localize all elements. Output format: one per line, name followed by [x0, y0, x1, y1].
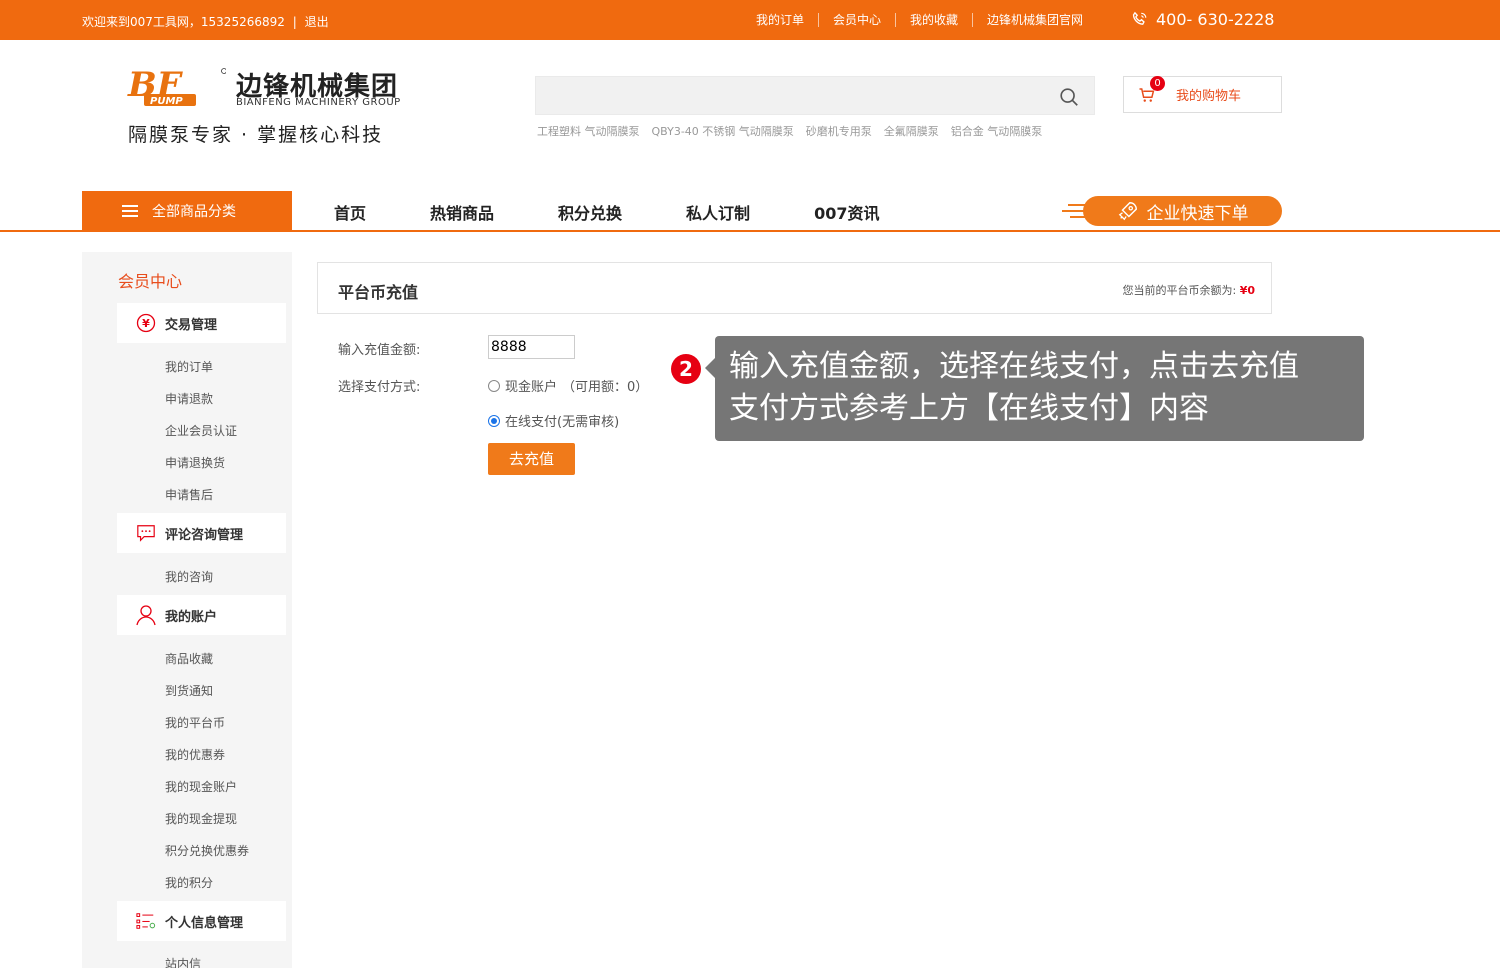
- page-title: 平台币充值: [338, 283, 419, 302]
- amount-input[interactable]: [488, 335, 575, 359]
- sidebar-group-comments[interactable]: 评论咨询管理: [117, 513, 286, 553]
- cart-button[interactable]: 0 我的购物车: [1123, 75, 1282, 113]
- hot-word[interactable]: 砂磨机专用泵: [806, 123, 872, 139]
- phone-icon: [1132, 11, 1147, 25]
- user-icon: [136, 605, 156, 626]
- sidebar-item-return-exchange[interactable]: 申请退换货: [165, 454, 225, 471]
- sidebar-item-cash-account[interactable]: 我的现金账户: [165, 778, 237, 795]
- sidebar-item-points-coupon[interactable]: 积分兑换优惠券: [165, 842, 249, 859]
- nav-item-points[interactable]: 积分兑换: [558, 200, 622, 224]
- sidebar-item-favorites[interactable]: 商品收藏: [165, 650, 213, 667]
- main-nav: 首页 热销商品 积分兑换 私人订制 007资讯: [334, 200, 943, 224]
- top-links: 我的订单 会员中心 我的收藏 边锋机械集团官网: [756, 13, 1097, 27]
- sidebar-item-platform-coins[interactable]: 我的平台币: [165, 714, 225, 731]
- top-bar: 欢迎来到007工具网，15325266892 | 退出 我的订单 会员中心 我的…: [0, 0, 1500, 40]
- search-icon[interactable]: [1058, 86, 1080, 108]
- sidebar-item-arrival-notice[interactable]: 到货通知: [165, 682, 213, 699]
- pay-option-online[interactable]: 在线支付(无需审核): [488, 411, 619, 430]
- svg-text:¥: ¥: [142, 317, 150, 330]
- brand-logo[interactable]: BF PUMP 边锋机械集团 BIANFENG MACHINERY GROUP …: [126, 66, 426, 146]
- sidebar-item-my-orders[interactable]: 我的订单: [165, 358, 213, 375]
- pay-method-label: 选择支付方式:: [338, 380, 421, 395]
- cart-count-badge: 0: [1150, 75, 1165, 91]
- brand-name-en: BIANFENG MACHINERY GROUP: [236, 97, 401, 108]
- search-box[interactable]: [535, 76, 1095, 115]
- quick-order-button[interactable]: 企业快速下单: [1083, 196, 1282, 226]
- hot-word[interactable]: QBY3-40 不锈钢 气动隔膜泵: [652, 123, 794, 139]
- hot-search-words: 工程塑料 气动隔膜泵 QBY3-40 不锈钢 气动隔膜泵 砂磨机专用泵 全氟隔膜…: [537, 123, 1042, 139]
- instruction-tooltip: 输入充值金额，选择在线支付，点击去充值 支付方式参考上方【在线支付】内容: [715, 336, 1364, 441]
- recharge-button[interactable]: 去充值: [488, 443, 575, 475]
- radio-online[interactable]: [488, 414, 500, 427]
- menu-icon: [122, 205, 138, 217]
- sidebar-item-my-consult[interactable]: 我的咨询: [165, 568, 213, 585]
- radio-cash[interactable]: [488, 379, 500, 392]
- step-number-badge: 2: [671, 354, 701, 384]
- hot-word[interactable]: 全氟隔膜泵: [884, 123, 939, 139]
- hot-word[interactable]: 工程塑料 气动隔膜泵: [537, 123, 640, 139]
- tooltip-arrow: [705, 358, 715, 378]
- pay-option-cash[interactable]: 现金账户 （可用额：0）: [488, 376, 648, 395]
- brand-slogan: 隔膜泵专家 · 掌握核心科技: [128, 124, 384, 146]
- hotline: 400- 630-2228: [1130, 10, 1274, 29]
- sidebar-item-messages[interactable]: 站内信: [165, 955, 201, 968]
- cash-available: （可用额：0）: [562, 380, 649, 395]
- nav-item-custom[interactable]: 私人订制: [686, 200, 750, 224]
- all-categories-button[interactable]: 全部商品分类: [82, 191, 292, 231]
- yen-icon: ¥: [136, 313, 156, 333]
- rocket-icon: [1118, 202, 1137, 221]
- nav-item-home[interactable]: 首页: [334, 200, 366, 224]
- sidebar-group-trade[interactable]: ¥ 交易管理: [117, 303, 286, 343]
- chat-bubble-icon: [136, 523, 156, 543]
- bf-pump-logo-icon: BF PUMP: [127, 66, 226, 107]
- sidebar-group-account[interactable]: 我的账户: [117, 595, 286, 635]
- cart-icon: 0: [1138, 75, 1165, 104]
- svg-text:PUMP: PUMP: [150, 96, 183, 107]
- sidebar-item-cash-withdraw[interactable]: 我的现金提现: [165, 810, 237, 827]
- cart-label: 我的购物车: [1176, 89, 1242, 104]
- phone-number: 400- 630-2228: [1156, 10, 1275, 29]
- sidebar-group-profile[interactable]: 个人信息管理: [117, 901, 286, 941]
- balance-value: ¥0: [1239, 284, 1255, 297]
- sidebar-item-enterprise-cert[interactable]: 企业会员认证: [165, 422, 237, 439]
- sidebar-item-my-points[interactable]: 我的积分: [165, 874, 213, 891]
- list-settings-icon: [136, 911, 156, 931]
- balance-info: 您当前的平台币余额为: ¥0: [1122, 284, 1255, 297]
- top-link-official-site[interactable]: 边锋机械集团官网: [972, 13, 1097, 27]
- panel-header: 平台币充值 您当前的平台币余额为: ¥0: [317, 262, 1272, 314]
- amount-label: 输入充值金额:: [338, 343, 421, 358]
- all-categories-label: 全部商品分类: [152, 204, 236, 220]
- quick-order-label: 企业快速下单: [1146, 203, 1249, 224]
- logout-link[interactable]: 退出: [305, 15, 329, 29]
- nav-item-news[interactable]: 007资讯: [814, 200, 879, 224]
- sidebar-title[interactable]: 会员中心: [118, 268, 182, 292]
- top-link-member-center[interactable]: 会员中心: [818, 13, 895, 27]
- sidebar-item-coupons[interactable]: 我的优惠券: [165, 746, 225, 763]
- welcome-text: 欢迎来到007工具网，15325266892 | 退出: [82, 15, 329, 29]
- nav-item-hot[interactable]: 热销商品: [430, 200, 494, 224]
- sidebar-item-refund[interactable]: 申请退款: [165, 390, 213, 407]
- sidebar-item-after-sale[interactable]: 申请售后: [165, 486, 213, 503]
- top-link-my-orders[interactable]: 我的订单: [756, 13, 818, 27]
- hot-word[interactable]: 铝合金 气动隔膜泵: [951, 123, 1043, 139]
- top-link-favorites[interactable]: 我的收藏: [895, 13, 972, 27]
